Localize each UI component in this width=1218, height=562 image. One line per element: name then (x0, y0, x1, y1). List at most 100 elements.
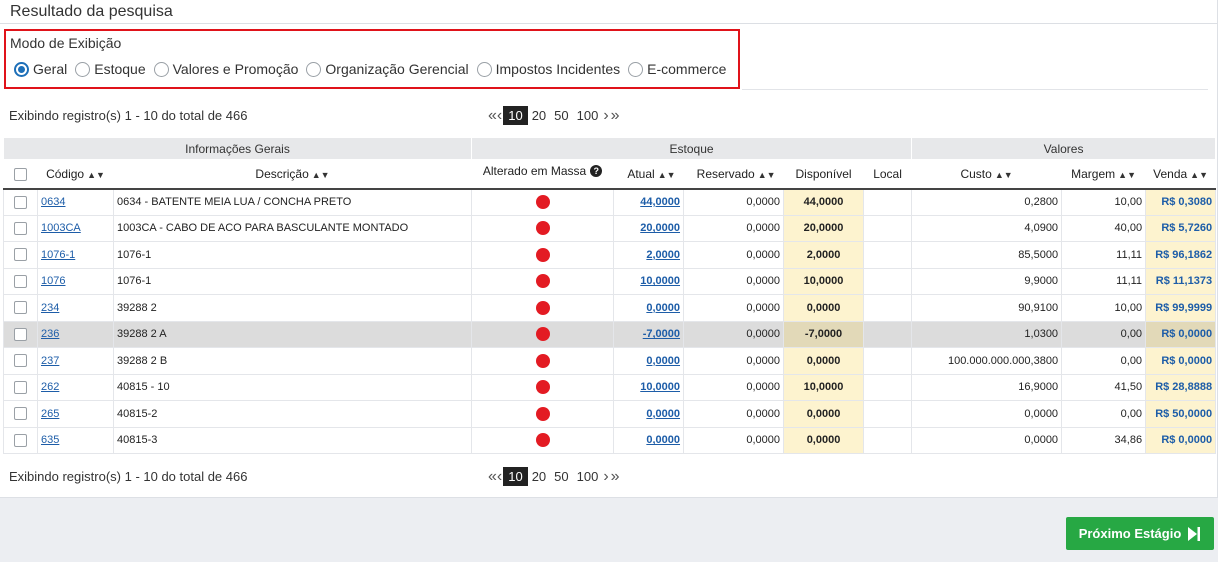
table-row[interactable]: 0634 0634 - BATENTE MEIA LUA / CONCHA PRE… (3, 188, 1217, 216)
row-checkbox[interactable] (14, 248, 27, 262)
page-size-10[interactable]: 10 (503, 106, 528, 125)
col-venda[interactable]: Venda ▲▼ (1145, 159, 1216, 190)
next-stage-button[interactable]: Próximo Estágio (1066, 517, 1214, 550)
row-select-cell[interactable] (3, 214, 38, 242)
atual-cell: 0,0000 (613, 426, 685, 454)
codigo-link[interactable]: 237 (41, 355, 59, 367)
atual-link[interactable]: 0,0000 (646, 355, 680, 367)
radio-e-commerce[interactable]: E-commerce (628, 61, 726, 77)
table-row[interactable]: 237 39288 2 B 0,0000 0,0000 0,0000 100.000.00… (3, 347, 1217, 375)
row-checkbox[interactable] (14, 327, 27, 341)
row-select-cell[interactable] (3, 241, 38, 269)
table-row[interactable]: 1076-1 1076-1 2,0000 0,0000 2,0000 85,5000 11,… (3, 241, 1217, 269)
select-all-header[interactable] (3, 159, 38, 190)
last-page-icon[interactable]: » (610, 468, 621, 486)
page-size-100[interactable]: 100 (573, 106, 603, 125)
row-checkbox[interactable] (14, 407, 27, 421)
col-codigo[interactable]: Código ▲▼ (37, 159, 114, 190)
descricao-cell: 1076-1 (112, 267, 473, 295)
row-select-cell[interactable] (3, 267, 38, 295)
status-dot-icon (535, 195, 550, 209)
prev-page-icon[interactable]: ‹ (496, 468, 503, 486)
row-select-cell[interactable] (3, 426, 38, 454)
radio-empty-icon (306, 61, 322, 77)
page-size-50[interactable]: 50 (550, 467, 572, 486)
col-descricao[interactable]: Descrição ▲▼ (113, 159, 472, 190)
codigo-link[interactable]: 1076 (41, 275, 65, 287)
descricao-cell: 1076-1 (112, 241, 473, 269)
codigo-cell: 237 (37, 347, 114, 375)
row-checkbox[interactable] (14, 380, 27, 394)
last-page-icon[interactable]: » (610, 107, 621, 125)
row-checkbox[interactable] (14, 433, 27, 447)
atual-link[interactable]: 0,0000 (646, 302, 680, 314)
codigo-link[interactable]: 0634 (41, 196, 65, 208)
sort-icon: ▲▼ (994, 169, 1013, 180)
radio-estoque[interactable]: Estoque (75, 61, 146, 77)
codigo-link[interactable]: 234 (41, 302, 59, 314)
first-page-icon[interactable]: « (487, 468, 497, 486)
row-select-cell[interactable] (3, 347, 38, 375)
table-row[interactable]: 262 40815 - 10 10,0000 0,0000 10,0000 16,9000… (3, 373, 1217, 401)
atual-link[interactable]: 0,0000 (646, 434, 680, 446)
codigo-link[interactable]: 236 (41, 328, 59, 340)
row-checkbox[interactable] (14, 195, 27, 209)
row-checkbox[interactable] (14, 274, 27, 288)
col-disponivel: Disponível (783, 159, 864, 190)
codigo-link[interactable]: 1003CA (41, 222, 81, 234)
col-margem[interactable]: Margem ▲▼ (1061, 159, 1146, 190)
table-row[interactable]: 635 40815-3 0,0000 0,0000 0,0000 0,0000 34,86 R… (3, 426, 1217, 454)
radio-geral[interactable]: Geral (14, 61, 67, 77)
radio-impostos-incidentes[interactable]: Impostos Incidentes (476, 61, 620, 77)
atual-link[interactable]: 44,0000 (640, 196, 680, 208)
atual-link[interactable]: -7,0000 (643, 328, 680, 340)
codigo-link[interactable]: 1076-1 (41, 249, 75, 261)
radio-valores-promocao[interactable]: Valores e Promoção (153, 61, 298, 77)
table-row[interactable]: 265 40815-2 0,0000 0,0000 0,0000 0,0000 0,00 R$… (3, 400, 1217, 428)
atual-cell: 0,0000 (613, 347, 685, 375)
radio-empty-icon (628, 61, 644, 77)
page-size-20[interactable]: 20 (528, 106, 550, 125)
col-atual[interactable]: Atual ▲▼ (613, 159, 684, 190)
atual-link[interactable]: 20,0000 (640, 222, 680, 234)
atual-link[interactable]: 10,0000 (640, 381, 680, 393)
atual-link[interactable]: 0,0000 (646, 408, 680, 420)
page-size-100[interactable]: 100 (573, 467, 603, 486)
atual-link[interactable]: 2,0000 (646, 249, 680, 261)
table-row[interactable]: 236 39288 2 A -7,0000 0,0000 -7,0000 1,0300 0,… (3, 320, 1217, 348)
row-select-cell[interactable] (3, 188, 38, 216)
table-row[interactable]: 1076 1076-1 10,0000 0,0000 10,0000 9,9000 11,1… (3, 267, 1217, 295)
local-cell (863, 373, 913, 401)
first-page-icon[interactable]: « (487, 107, 497, 125)
atual-link[interactable]: 10,0000 (640, 275, 680, 287)
table-row[interactable]: 234 39288 2 0,0000 0,0000 0,0000 90,9100 10,00… (3, 294, 1217, 322)
row-checkbox[interactable] (14, 354, 27, 368)
prev-page-icon[interactable]: ‹ (496, 107, 503, 125)
row-select-cell[interactable] (3, 400, 38, 428)
help-icon[interactable]: ? (590, 165, 603, 177)
page-size-10[interactable]: 10 (503, 467, 528, 486)
row-checkbox[interactable] (14, 221, 27, 235)
display-mode-radios: Geral Estoque Valores e Promoção Organiz… (14, 61, 734, 77)
row-select-cell[interactable] (3, 373, 38, 401)
descricao-cell: 40815-2 (112, 400, 473, 428)
col-reservado[interactable]: Reservado ▲▼ (683, 159, 784, 190)
radio-organizacao-gerencial[interactable]: Organização Gerencial (306, 61, 469, 77)
page-size-20[interactable]: 20 (528, 467, 550, 486)
row-select-cell[interactable] (3, 320, 38, 348)
table-row[interactable]: 1003CA 1003CA - CABO DE ACO PARA BASCULAN… (3, 214, 1217, 242)
select-all-checkbox[interactable] (14, 167, 27, 181)
codigo-link[interactable]: 262 (41, 381, 59, 393)
codigo-link[interactable]: 265 (41, 408, 59, 420)
next-page-icon[interactable]: › (602, 468, 609, 486)
margem-cell: 11,11 (1061, 241, 1147, 269)
page-size-50[interactable]: 50 (550, 106, 572, 125)
col-label: Código (46, 166, 85, 181)
codigo-link[interactable]: 635 (41, 434, 59, 446)
row-checkbox[interactable] (14, 301, 27, 315)
venda-cell: R$ 28,8888 (1145, 373, 1217, 401)
col-custo[interactable]: Custo ▲▼ (911, 159, 1062, 190)
status-dot-icon (535, 327, 550, 342)
row-select-cell[interactable] (3, 294, 38, 322)
next-page-icon[interactable]: › (602, 107, 609, 125)
